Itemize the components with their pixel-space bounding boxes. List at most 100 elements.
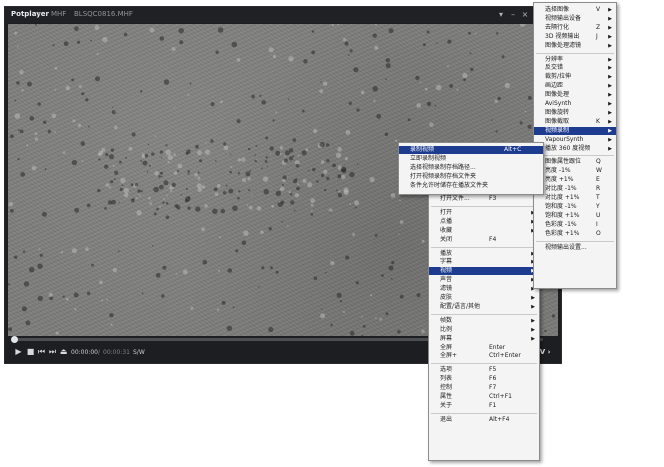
menu-item[interactable]: 退出 Alt+F4 <box>429 416 539 424</box>
menu-item[interactable]: 对比度 +1% T <box>534 194 616 202</box>
menu-item[interactable]: 条件允许时储存在播放文件夹 <box>399 182 543 190</box>
menu-item-label: 全屏+ <box>440 352 458 360</box>
menu-item[interactable]: 收藏▶ <box>429 227 539 235</box>
pin-menu-icon[interactable]: ▾ <box>497 10 505 20</box>
menu-item[interactable]: 选择图像 V ▶ <box>534 6 616 14</box>
menu-item-label: 亮度 -1% <box>545 167 571 175</box>
menu-item[interactable]: 视频录制 ▶ <box>534 126 616 135</box>
menu-item-label: 视频 <box>440 267 453 275</box>
menu-item[interactable]: 字幕▶ <box>429 258 539 266</box>
menu-item[interactable]: 比例 ▶ <box>429 326 539 334</box>
menu-item-shortcut: K <box>596 117 600 125</box>
menu-item[interactable]: 画边距 ▶ <box>534 82 616 90</box>
menu-item-shortcut: F4 <box>489 235 497 243</box>
eject-icon[interactable]: ⏏ <box>59 347 68 357</box>
menu-item[interactable]: 播放▶ <box>429 250 539 258</box>
menu-item[interactable]: 点播▶ <box>429 218 539 226</box>
menu-item[interactable]: 裁剪/拉伸 ▶ <box>534 73 616 81</box>
menu-item[interactable]: 打开视频录制存档文件夹 <box>399 173 543 181</box>
menu-item[interactable]: 选择视频录制存档路径... <box>399 164 543 172</box>
menu-item[interactable]: 3D 视频输出 J ▶ <box>534 33 616 41</box>
menu-item-shortcut: Ctrl+F1 <box>489 393 512 400</box>
menu-item-label: 图像属性跟位 <box>545 158 582 166</box>
seek-knob[interactable] <box>11 336 18 343</box>
current-time: 00:00:00 <box>71 349 98 356</box>
menu-item-label: 对比度 +1% <box>545 194 580 201</box>
menu-item-shortcut: Enter <box>489 343 506 351</box>
menu-item-label: 皮肤 <box>440 294 453 301</box>
previous-icon[interactable]: ⏮ <box>37 347 46 357</box>
submenu-arrow-icon: ▶ <box>608 74 612 81</box>
menu-item[interactable]: 录制视频 Alt+C <box>399 146 543 154</box>
submenu-arrow-icon: ▶ <box>531 335 535 342</box>
menu-item[interactable]: 打开▶ <box>429 209 539 217</box>
menu-item[interactable]: 色彩度 -1% I <box>534 221 616 229</box>
stop-icon[interactable]: ■ <box>26 347 35 357</box>
menu-item[interactable]: 全屏+ Ctrl+Enter <box>429 352 539 360</box>
window-title: BLSQC0816.MHF <box>74 10 133 18</box>
menu-item-label: 亮度 +1% <box>545 176 574 184</box>
menu-item[interactable]: 立即录制视频 <box>399 155 543 163</box>
submenu-arrow-icon: ▶ <box>531 317 535 324</box>
menu-item-shortcut: F3 <box>489 195 497 202</box>
menu-item-shortcut: Y <box>596 202 600 210</box>
menu-item[interactable]: 亮度 +1% E <box>534 176 616 184</box>
menu-item[interactable]: 视频输出设备 ▶ <box>534 15 616 23</box>
menu-item-shortcut: F5 <box>489 366 497 374</box>
play-icon[interactable]: ▶ <box>14 347 23 357</box>
menu-separator <box>431 313 537 315</box>
menu-item[interactable]: 播放 360 度视频 ▶ <box>534 145 616 153</box>
menu-item-label: VapourSynth <box>545 135 584 143</box>
menu-item[interactable]: 关闭 F4 <box>429 236 539 244</box>
menu-item[interactable]: 全屏 Enter <box>429 344 539 352</box>
menu-item[interactable]: 分辨率 ▶ <box>534 56 616 64</box>
next-icon[interactable]: ⏭ <box>48 347 57 357</box>
menu-item[interactable]: 亮度 -1% W <box>534 167 616 175</box>
close-button[interactable]: × <box>521 10 529 20</box>
menu-item[interactable]: 图像截取 K ▶ <box>534 118 616 126</box>
menu-item-label: 图像处理滤镜 <box>545 41 582 49</box>
menu-item-label: 去隔行化 <box>545 23 570 31</box>
file-tag: MHF <box>51 10 67 18</box>
minimize-button[interactable]: – <box>509 10 517 20</box>
menu-item-shortcut: Alt+C <box>504 146 522 153</box>
menu-item[interactable]: 选项 F5 <box>429 366 539 374</box>
menu-item[interactable]: 滤镜 ▶ <box>429 285 539 293</box>
menu-item[interactable]: 图像处理滤镜 ▶ <box>534 42 616 50</box>
submenu-arrow-icon: ▶ <box>531 295 535 301</box>
menu-item[interactable]: 控制 F7 <box>429 384 539 392</box>
menu-item[interactable]: 关于 F1 <box>429 402 539 410</box>
menu-item[interactable]: 饱和度 -1% Y <box>534 203 616 211</box>
menu-item-label: 选择视频录制存档路径... <box>410 163 476 171</box>
menu-item[interactable]: 声音▶ <box>429 276 539 284</box>
menu-item-label: 滤镜 <box>440 285 453 293</box>
menu-item[interactable]: 屏幕 ▶ <box>429 335 539 343</box>
menu-item[interactable]: 去隔行化 Z ▶ <box>534 24 616 32</box>
menu-item[interactable]: AviSynth ▶ <box>534 100 616 108</box>
menu-item-shortcut: Alt+F4 <box>489 415 510 423</box>
menu-item[interactable]: 配置/语言/其他 ▶ <box>429 303 539 311</box>
menu-item[interactable]: 帧数 ▶ <box>429 317 539 325</box>
menu-item[interactable]: 列表 F6 <box>429 375 539 383</box>
menu-item-label: 选择图像 <box>545 6 570 13</box>
menu-item[interactable]: 反交错 ▶ <box>534 64 616 72</box>
app-logo[interactable]: Potplayer <box>11 10 49 18</box>
menu-item[interactable]: 图像处理 ▶ <box>534 91 616 99</box>
menu-item-shortcut: R <box>596 185 601 193</box>
menu-item[interactable]: 视频▶ <box>429 267 539 276</box>
menu-item[interactable]: 视频输出设置... <box>534 244 616 252</box>
menu-item[interactable]: 打开文件... F3 <box>429 195 539 203</box>
menu-item[interactable]: 图像旋转 ▶ <box>534 109 616 117</box>
menu-item[interactable]: 色彩度 +1% O <box>534 230 616 238</box>
app-menu-arrow-icon[interactable]: ▾ <box>38 10 41 17</box>
menu-item-shortcut: W <box>596 167 602 175</box>
menu-item[interactable]: VapourSynth ▶ <box>534 136 616 144</box>
menu-item[interactable]: ✔图像属性跟位Q <box>534 158 616 166</box>
menu-item[interactable]: 饱和度 +1% U <box>534 212 616 220</box>
menu-item[interactable]: 属性 Ctrl+F1 <box>429 393 539 401</box>
menu-item[interactable]: 对比度 -1% R <box>534 185 616 193</box>
menu-item[interactable]: 皮肤 ▶ <box>429 294 539 302</box>
menu-item-label: 屏幕 <box>440 334 453 342</box>
format-indicator[interactable]: S/W <box>133 349 145 356</box>
menu-item-label: 反交错 <box>545 64 564 72</box>
